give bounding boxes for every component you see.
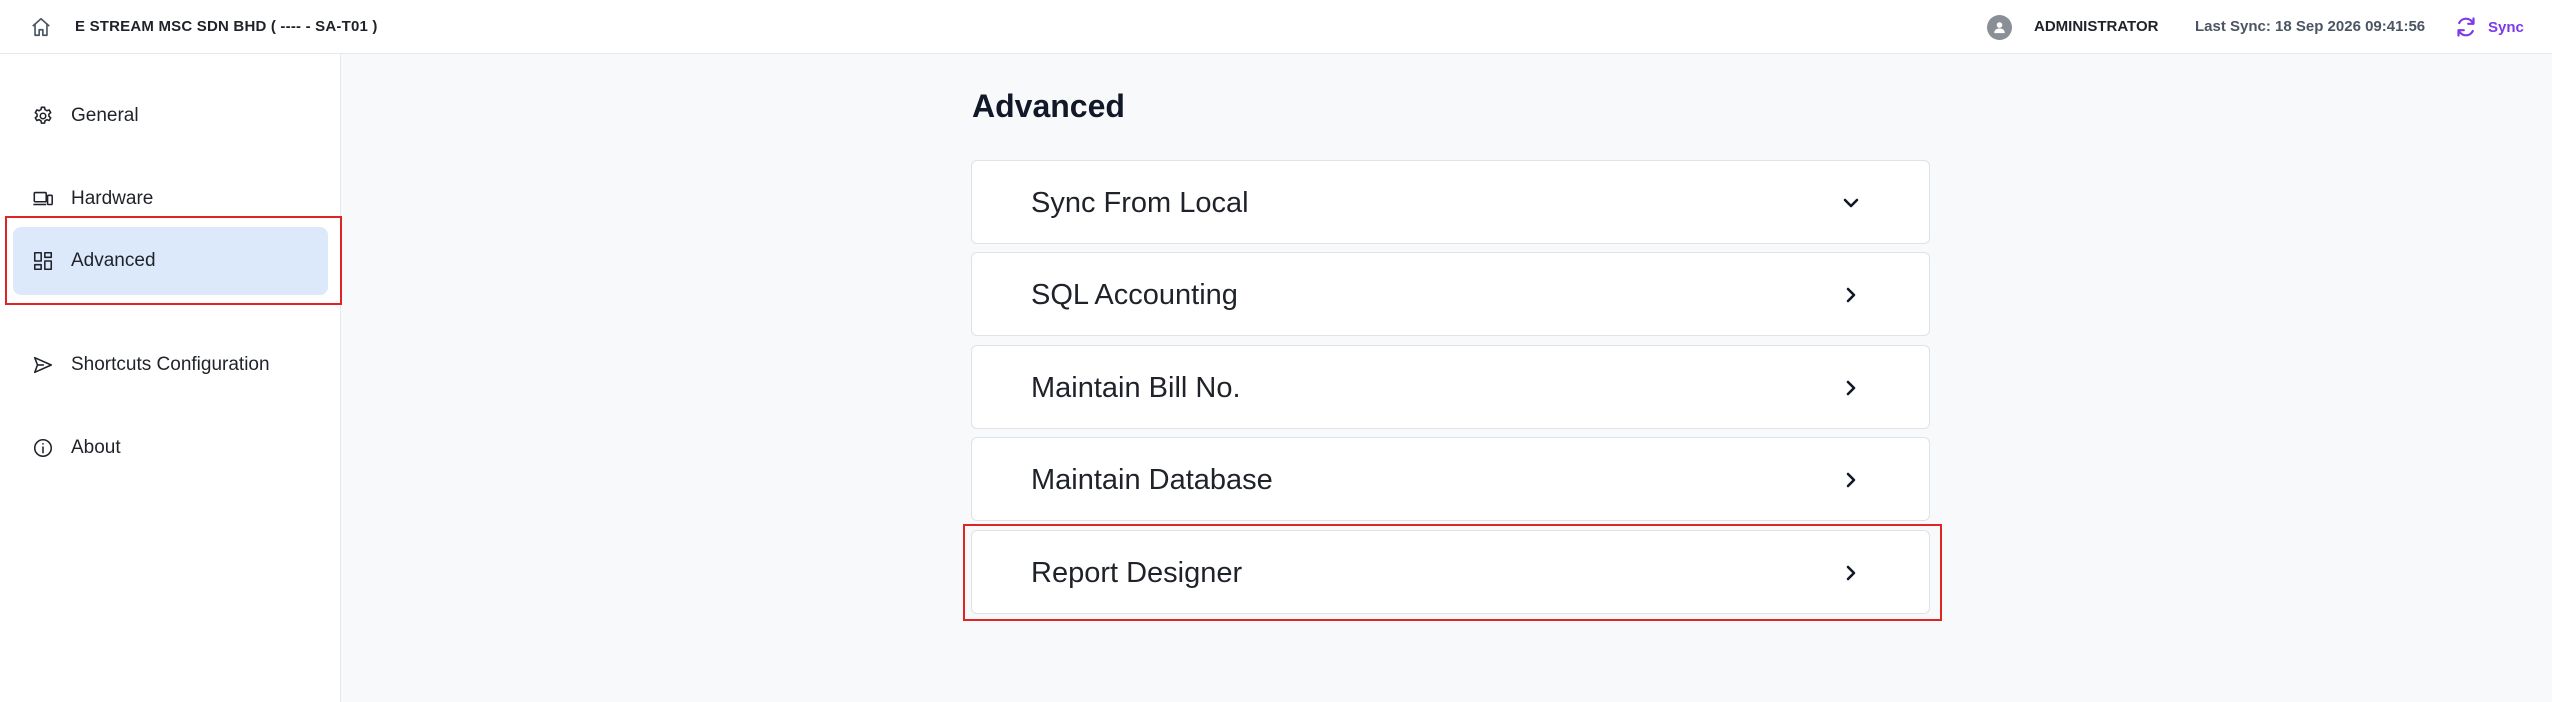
section-label: SQL Accounting bbox=[1031, 279, 1238, 311]
chevron-right-icon bbox=[1839, 468, 1863, 492]
sync-button[interactable]: Sync bbox=[2454, 13, 2542, 41]
sidebar-item-label: Hardware bbox=[71, 188, 154, 209]
section-label: Maintain Bill No. bbox=[1031, 372, 1241, 404]
section-maintain-database[interactable]: Maintain Database bbox=[971, 437, 1930, 521]
sidebar: General Hardware Advanced Shortcuts Conf… bbox=[0, 54, 341, 702]
sidebar-item-general[interactable]: General bbox=[13, 82, 328, 150]
last-sync-time: Last Sync: 18 Sep 2026 09:41:56 bbox=[2195, 18, 2426, 35]
sidebar-item-label: Advanced bbox=[71, 250, 156, 271]
sidebar-item-hardware[interactable]: Hardware bbox=[13, 165, 328, 233]
chevron-right-icon bbox=[1839, 283, 1863, 307]
sidebar-item-label: Shortcuts Configuration bbox=[71, 354, 270, 375]
home-icon[interactable] bbox=[30, 16, 52, 38]
devices-icon bbox=[32, 188, 54, 210]
sidebar-item-about[interactable]: About bbox=[13, 414, 328, 482]
user-avatar-icon[interactable] bbox=[1987, 15, 2012, 40]
sync-label: Sync bbox=[2488, 18, 2524, 36]
dashboard-icon bbox=[32, 250, 54, 272]
gear-icon bbox=[32, 105, 54, 127]
sidebar-item-label: General bbox=[71, 105, 139, 126]
top-bar: E STREAM MSC SDN BHD ( ---- - SA-T01 ) A… bbox=[0, 0, 2552, 54]
chevron-right-icon bbox=[1839, 561, 1863, 585]
section-sql-accounting[interactable]: SQL Accounting bbox=[971, 252, 1930, 336]
sidebar-item-label: About bbox=[71, 437, 121, 458]
chevron-down-icon bbox=[1839, 191, 1863, 215]
section-maintain-bill-no[interactable]: Maintain Bill No. bbox=[971, 345, 1930, 429]
section-sync-from-local[interactable]: Sync From Local bbox=[971, 160, 1930, 244]
section-label: Maintain Database bbox=[1031, 464, 1273, 496]
sidebar-item-advanced[interactable]: Advanced bbox=[13, 227, 328, 295]
user-name[interactable]: ADMINISTRATOR bbox=[2034, 18, 2158, 35]
section-label: Report Designer bbox=[1031, 557, 1243, 589]
info-icon bbox=[32, 437, 54, 459]
chevron-right-icon bbox=[1839, 376, 1863, 400]
sidebar-item-shortcuts-configuration[interactable]: Shortcuts Configuration bbox=[13, 331, 328, 399]
sync-icon bbox=[2457, 17, 2475, 37]
send-icon bbox=[32, 354, 54, 376]
section-report-designer[interactable]: Report Designer bbox=[971, 530, 1930, 614]
section-label: Sync From Local bbox=[1031, 187, 1249, 219]
company-name: E STREAM MSC SDN BHD ( ---- - SA-T01 ) bbox=[75, 18, 378, 35]
page-title: Advanced bbox=[972, 88, 1125, 124]
